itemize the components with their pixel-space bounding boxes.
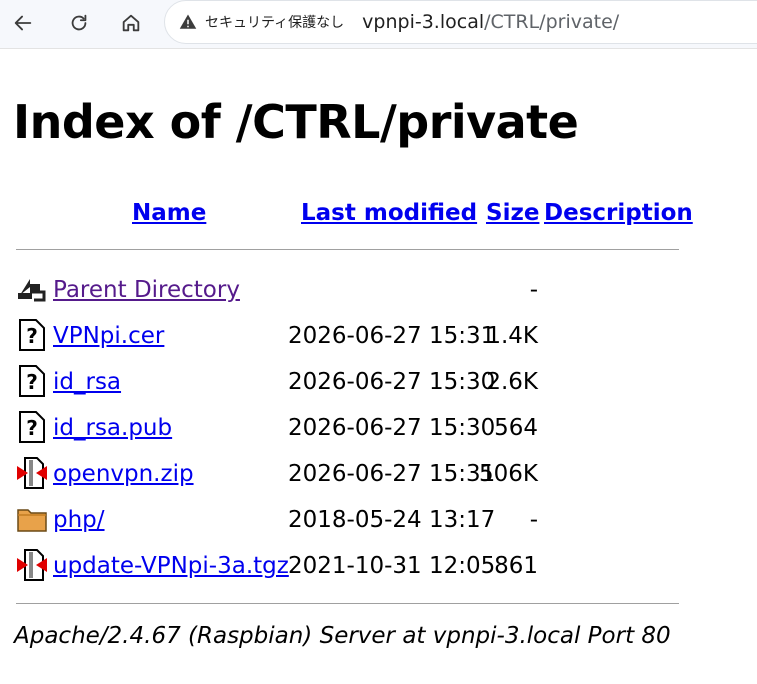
- file-link[interactable]: update-VPNpi-3a.tgz: [53, 553, 289, 579]
- unknown-file-icon: ?: [19, 319, 45, 351]
- table-row: Parent Directory -: [16, 271, 716, 311]
- file-size: 1.4K: [486, 323, 538, 349]
- column-header-last-modified: Last modified: [301, 200, 477, 226]
- folder-icon: [17, 509, 47, 532]
- address-bar[interactable]: セキュリティ保護なし vpnpi-3.local/CTRL/private/: [164, 0, 757, 44]
- file-size: 506K: [479, 461, 538, 487]
- reload-icon: [71, 14, 87, 31]
- table-row: php/ 2018-05-24 13:17 -: [16, 501, 716, 541]
- unknown-file-icon: ?: [19, 365, 45, 397]
- file-name: openvpn.zip: [53, 461, 194, 487]
- column-header-size: Size: [486, 200, 539, 226]
- svg-text:?: ?: [26, 370, 38, 394]
- column-header-name: Name: [132, 200, 206, 226]
- footer-divider: [16, 603, 679, 604]
- url-host: vpnpi-3.local: [362, 11, 485, 33]
- security-status-label[interactable]: セキュリティ保護なし: [205, 12, 344, 32]
- home-icon: [122, 14, 140, 32]
- server-signature: Apache/2.4.67 (Raspbian) Server at vpnpi…: [14, 623, 671, 649]
- table-row: update-VPNpi-3a.tgz 2021-10-31 12:05 861: [16, 547, 716, 587]
- table-row: ? VPNpi.cer 2026-06-27 15:31 1.4K: [16, 317, 716, 357]
- file-name: id_rsa: [53, 369, 121, 395]
- header-divider: [16, 249, 679, 250]
- file-size: 2.6K: [486, 369, 538, 395]
- page-content: Index of /CTRL/private Name Last modifie…: [0, 48, 757, 684]
- file-size: 564: [494, 415, 538, 441]
- table-row: openvpn.zip 2026-06-27 15:31 506K: [16, 455, 716, 495]
- svg-text:?: ?: [26, 324, 38, 348]
- svg-text:?: ?: [26, 416, 38, 440]
- sort-by-size-link[interactable]: Size: [486, 200, 539, 226]
- home-button[interactable]: [114, 6, 148, 40]
- sort-by-last-modified-link[interactable]: Last modified: [301, 200, 477, 226]
- file-size: 861: [494, 553, 538, 579]
- reload-button[interactable]: [62, 6, 96, 40]
- file-name: VPNpi.cer: [53, 323, 164, 349]
- file-link[interactable]: id_rsa: [53, 369, 121, 395]
- sort-by-name-link[interactable]: Name: [132, 200, 206, 226]
- compressed-file-icon: [17, 457, 47, 489]
- url-text[interactable]: vpnpi-3.local/CTRL/private/: [362, 11, 619, 33]
- unknown-file-icon: ?: [19, 411, 45, 443]
- url-path: /CTRL/private/: [484, 11, 620, 33]
- file-link[interactable]: VPNpi.cer: [53, 323, 164, 349]
- file-name: id_rsa.pub: [53, 415, 172, 441]
- file-name: update-VPNpi-3a.tgz: [53, 553, 289, 579]
- file-size: -: [529, 277, 538, 303]
- table-row: ? id_rsa.pub 2026-06-27 15:30 564: [16, 409, 716, 449]
- file-size: -: [529, 507, 538, 533]
- warning-icon[interactable]: [179, 13, 197, 31]
- folder-link[interactable]: php/: [53, 507, 105, 533]
- column-header-description: Description: [544, 200, 693, 226]
- file-name: php/: [53, 507, 105, 533]
- page-title: Index of /CTRL/private: [13, 95, 579, 149]
- browser-toolbar: セキュリティ保護なし vpnpi-3.local/CTRL/private/: [0, 0, 757, 48]
- parent-directory-link[interactable]: Parent Directory: [53, 277, 240, 303]
- file-name: Parent Directory: [53, 277, 240, 303]
- sort-by-description-link[interactable]: Description: [544, 200, 693, 226]
- table-row: ? id_rsa 2026-06-27 15:30 2.6K: [16, 363, 716, 403]
- file-link[interactable]: openvpn.zip: [53, 461, 194, 487]
- compressed-file-icon: [17, 549, 47, 581]
- back-button[interactable]: [6, 6, 40, 40]
- file-link[interactable]: id_rsa.pub: [53, 415, 172, 441]
- arrow-left-icon: [14, 15, 32, 31]
- back-icon: [18, 279, 46, 302]
